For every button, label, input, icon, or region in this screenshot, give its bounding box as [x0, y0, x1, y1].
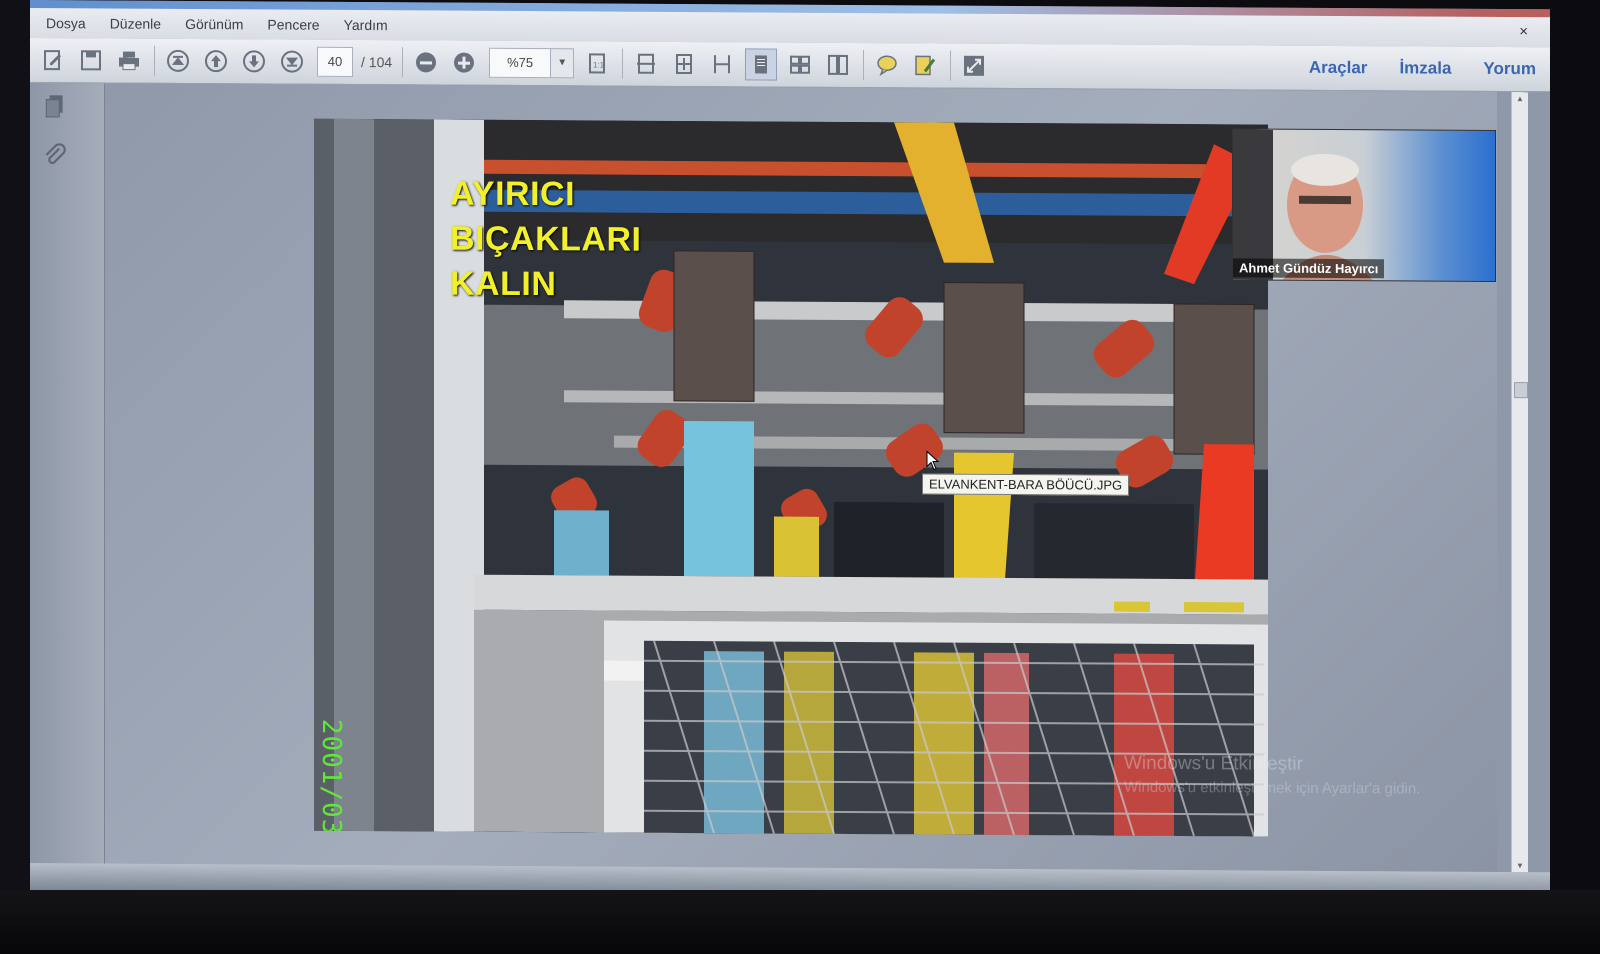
page-thumbnails-icon[interactable]: [42, 93, 68, 119]
save-icon[interactable]: [76, 45, 106, 75]
video-participant-tile[interactable]: Ahmet Gündüz Hayırcı: [1232, 128, 1496, 282]
pdf-reader-window: Dosya Düzenle Görünüm Pencere Yardım × 4…: [30, 0, 1550, 900]
participant-name: Ahmet Gündüz Hayırcı: [1233, 258, 1385, 279]
svg-text:1:1: 1:1: [593, 60, 605, 69]
slide-title-line: KALIN: [450, 264, 557, 304]
zoom-dropdown-icon[interactable]: ▼: [551, 48, 575, 79]
fit-page-icon[interactable]: [669, 49, 699, 79]
navigation-pane: [30, 83, 105, 864]
last-page-icon[interactable]: [277, 47, 307, 77]
activate-windows-subtitle: Windows'u etkinleştirmek için Ayarlar'a …: [1124, 778, 1421, 798]
two-page-scroll-icon[interactable]: [823, 50, 853, 80]
photo-date-stamp: 2001/03/2012: [316, 718, 346, 837]
comment-icon[interactable]: [872, 50, 902, 80]
toolbar-right-links: Araçlar İmzala Yorum: [1277, 46, 1536, 92]
slide-title-line: AYIRICI: [450, 174, 576, 214]
page-number-input[interactable]: 40: [317, 46, 353, 77]
page-total: / 104: [361, 54, 393, 71]
vertical-scrollbar[interactable]: ▲ ▼: [1511, 92, 1528, 873]
fit-visible-icon[interactable]: [707, 49, 737, 79]
menu-help[interactable]: Yardım: [336, 17, 396, 33]
scroll-up-icon[interactable]: ▲: [1512, 94, 1528, 103]
scroll-down-icon[interactable]: ▼: [1512, 861, 1528, 870]
single-page-icon[interactable]: [745, 48, 778, 81]
print-icon[interactable]: [114, 46, 144, 76]
zoom-level-field[interactable]: %75: [489, 47, 552, 79]
menu-view[interactable]: Görünüm: [177, 16, 251, 32]
toolbar-separator: [402, 47, 404, 78]
toolbar-separator: [863, 50, 865, 81]
toolbar-separator: [950, 50, 952, 81]
actual-size-icon[interactable]: 1:1: [582, 48, 612, 78]
mouse-cursor-icon: [926, 450, 940, 471]
filename-tooltip: ELVANKENT-BARA BÖÜCÜ.JPG: [922, 473, 1130, 496]
toolbar-separator: [154, 45, 155, 76]
slide-title-line: BIÇAKLARI: [450, 219, 642, 259]
previous-page-icon[interactable]: [201, 46, 231, 76]
slide-photo: AYIRICI BIÇAKLARI KALIN 2001/03/2012 ELV…: [314, 118, 1268, 837]
activate-windows-title: Windows'u Etkinleştir: [1124, 752, 1303, 775]
attachments-icon[interactable]: [42, 143, 68, 169]
next-page-icon[interactable]: [239, 46, 269, 76]
sign-link[interactable]: İmzala: [1399, 58, 1451, 78]
create-pdf-icon[interactable]: [38, 45, 68, 75]
menu-edit[interactable]: Düzenle: [102, 15, 169, 31]
full-screen-icon[interactable]: [959, 51, 989, 81]
monitor-bezel-bottom: [0, 890, 1600, 954]
monitor-bezel-left: [0, 0, 32, 954]
toolbar-separator: [622, 48, 624, 79]
first-page-icon[interactable]: [163, 46, 193, 76]
tools-link[interactable]: Araçlar: [1309, 58, 1368, 78]
fit-width-icon[interactable]: [631, 49, 661, 79]
comment-link[interactable]: Yorum: [1483, 59, 1536, 79]
menu-file[interactable]: Dosya: [38, 15, 94, 31]
zoom-in-icon[interactable]: [449, 48, 479, 78]
zoom-out-icon[interactable]: [411, 47, 441, 77]
scrollbar-thumb[interactable]: [1514, 382, 1528, 399]
slide-title: AYIRICI BIÇAKLARI KALIN: [450, 172, 641, 308]
menu-window[interactable]: Pencere: [259, 16, 327, 32]
close-document-icon[interactable]: ×: [1519, 23, 1528, 40]
two-page-icon[interactable]: [785, 50, 815, 80]
highlight-icon[interactable]: [910, 50, 940, 80]
